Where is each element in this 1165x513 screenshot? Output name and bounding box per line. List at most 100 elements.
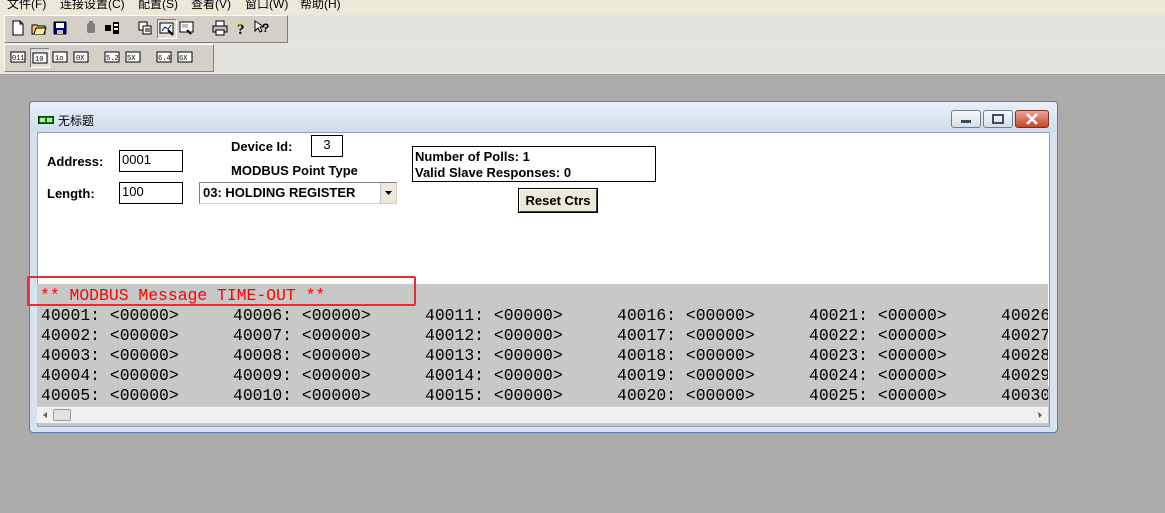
disconnect-icon[interactable] — [103, 19, 123, 39]
display-format-icon[interactable] — [136, 19, 156, 39]
restore-icon — [992, 114, 1004, 124]
save-icon[interactable] — [51, 19, 71, 39]
point-type-select[interactable]: 03: HOLDING REGISTER — [199, 182, 397, 204]
close-icon — [1026, 113, 1038, 125]
register-cell: 40012: <00000> — [425, 326, 563, 345]
svg-text:6.4: 6.4 — [158, 55, 171, 63]
register-cell: 40010: <00000> — [233, 386, 371, 405]
register-cell: 40016: <00000> — [617, 306, 755, 325]
toolbar-filler-2 — [214, 44, 1165, 72]
menu-bar: 文件(F) 连接设置(C) 配置(S) 查看(V) 窗口(W) 帮助(H) — [0, 0, 1165, 12]
toolbar-filler — [288, 15, 1165, 43]
toolbar-area: ? ? 011 10 1o 0X 5.2 5X 6.4 6X — [0, 12, 1165, 75]
maximize-button[interactable] — [983, 110, 1013, 128]
scrollbar-thumb[interactable] — [53, 409, 71, 421]
device-id-input[interactable]: 3 — [311, 135, 343, 157]
register-cell: 40023: <00000> — [809, 346, 947, 365]
func-16-icon[interactable]: 6X — [176, 48, 196, 68]
length-label: Length: — [47, 186, 95, 201]
scroll-right-icon[interactable] — [1035, 410, 1045, 420]
new-file-icon[interactable] — [9, 19, 29, 39]
svg-text:?: ? — [262, 21, 269, 35]
register-cell: 40020: <00000> — [617, 386, 755, 405]
connect-icon[interactable] — [82, 19, 102, 39]
func-01-icon[interactable]: 011 — [9, 48, 29, 68]
poll-stats-box: Number of Polls: 1 Valid Slave Responses… — [412, 146, 656, 182]
register-cell: 40024: <00000> — [809, 366, 947, 385]
func-02-icon[interactable]: 10 — [30, 48, 50, 68]
window-icon — [38, 116, 54, 124]
main-toolbar: ? ? — [4, 15, 288, 43]
window-titlebar[interactable]: 无标题 — [30, 102, 1057, 132]
svg-text:1o: 1o — [55, 55, 63, 63]
horizontal-scrollbar[interactable] — [37, 406, 1048, 423]
close-button[interactable] — [1015, 110, 1049, 128]
point-type-value: 03: HOLDING REGISTER — [203, 185, 356, 200]
address-input[interactable]: 0001 — [119, 150, 183, 172]
register-cell: 40028 — [1001, 346, 1048, 365]
register-cell: 40009: <00000> — [233, 366, 371, 385]
address-label: Address: — [47, 154, 104, 169]
register-cell: 40008: <00000> — [233, 346, 371, 365]
register-cell: 40025: <00000> — [809, 386, 947, 405]
register-cell: 40027 — [1001, 326, 1048, 345]
svg-text:011: 011 — [12, 55, 25, 63]
svg-text:10: 10 — [35, 56, 43, 64]
register-cell: 40018: <00000> — [617, 346, 755, 365]
svg-text:6X: 6X — [179, 55, 188, 63]
register-cell: 40026 — [1001, 306, 1048, 325]
register-cell: 40030 — [1001, 386, 1048, 405]
poll-count: Number of Polls: 1 — [415, 149, 530, 164]
register-cell: 40017: <00000> — [617, 326, 755, 345]
about-icon[interactable]: ? — [232, 19, 252, 39]
register-cell: 40001: <00000> — [41, 306, 179, 325]
menu-view[interactable]: 查看(V) — [191, 0, 231, 12]
register-cell: 40011: <00000> — [425, 306, 563, 325]
register-cell: 40022: <00000> — [809, 326, 947, 345]
window-title: 无标题 — [58, 114, 95, 128]
register-grid: 40001: <00000> 40006: <00000> 40011: <00… — [37, 306, 1048, 406]
menu-setup[interactable]: 配置(S) — [138, 0, 178, 12]
length-input[interactable]: 100 — [119, 182, 183, 204]
register-cell: 40029 — [1001, 366, 1048, 385]
register-cell: 40004: <00000> — [41, 366, 179, 385]
svg-text:5X: 5X — [127, 55, 136, 63]
device-id-label: Device Id: — [231, 139, 293, 154]
function-toolbar: 011 10 1o 0X 5.2 5X 6.4 6X — [4, 44, 214, 72]
register-cell: 40014: <00000> — [425, 366, 563, 385]
dropdown-button[interactable] — [380, 183, 396, 203]
minimize-icon — [961, 120, 971, 123]
func-03-icon[interactable]: 1o — [51, 48, 71, 68]
register-cell: 40003: <00000> — [41, 346, 179, 365]
chevron-down-icon — [385, 191, 392, 195]
point-type-label: MODBUS Point Type — [231, 163, 358, 178]
valid-responses: Valid Slave Responses: 0 — [415, 165, 572, 180]
register-cell: 40021: <00000> — [809, 306, 947, 325]
print-icon[interactable] — [211, 19, 231, 39]
func-06-icon[interactable]: 5X — [124, 48, 144, 68]
func-04-icon[interactable]: 0X — [72, 48, 92, 68]
menu-help[interactable]: 帮助(H) — [300, 0, 341, 12]
register-cell: 40005: <00000> — [41, 386, 179, 405]
svg-text:0X: 0X — [76, 55, 85, 63]
func-15-icon[interactable]: 6.4 — [155, 48, 175, 68]
menu-file[interactable]: 文件(F) — [7, 0, 46, 12]
help-context-icon[interactable]: ? — [253, 19, 273, 39]
register-cell: 40015: <00000> — [425, 386, 563, 405]
menu-window[interactable]: 窗口(W) — [245, 0, 288, 12]
menu-connection[interactable]: 连接设置(C) — [60, 0, 125, 12]
view-icon[interactable] — [178, 19, 198, 39]
timeout-highlight-box — [27, 276, 416, 306]
func-05-icon[interactable]: 5.2 — [103, 48, 123, 68]
register-cell: 40002: <00000> — [41, 326, 179, 345]
reset-ctrs-button[interactable]: Reset Ctrs — [518, 188, 598, 213]
scroll-left-icon[interactable] — [40, 410, 50, 420]
register-cell: 40019: <00000> — [617, 366, 755, 385]
minimize-button[interactable] — [951, 110, 981, 128]
open-folder-icon[interactable] — [30, 19, 50, 39]
svg-text:5.2: 5.2 — [106, 55, 119, 63]
register-cell: 40013: <00000> — [425, 346, 563, 365]
svg-text:?: ? — [237, 22, 245, 36]
register-cell: 40006: <00000> — [233, 306, 371, 325]
display-options-icon[interactable] — [157, 19, 177, 39]
